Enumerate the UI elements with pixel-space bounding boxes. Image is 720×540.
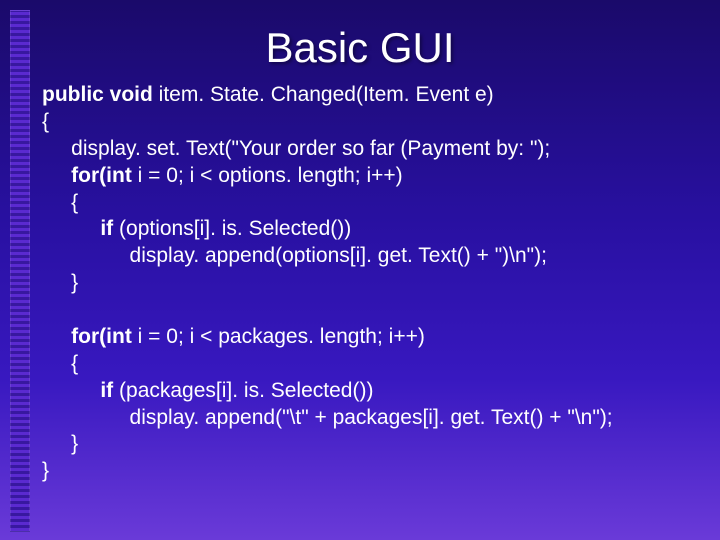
code-method-sig: item. State. Changed(Item. Event e) (153, 83, 494, 106)
kw-for-int-2: for(int (42, 325, 132, 348)
code-append1: display. append(options[i]. get. Text() … (42, 244, 547, 267)
kw-if-1: if (42, 217, 113, 240)
code-for2: i = 0; i < packages. length; i++) (132, 325, 425, 348)
kw-if-2: if (42, 379, 113, 402)
code-if1-cond: (options[i]. is. Selected()) (113, 217, 351, 240)
code-brace-close: } (42, 459, 49, 482)
accent-bar (10, 10, 30, 532)
kw-for-int-1: for(int (42, 164, 132, 187)
code-brace1-close: } (42, 271, 78, 294)
code-if2-cond: (packages[i]. is. Selected()) (113, 379, 373, 402)
kw-public-void: public void (42, 83, 153, 106)
code-brace2-open: { (42, 352, 78, 375)
code-brace-open: { (42, 110, 49, 133)
code-block: public void item. State. Changed(Item. E… (0, 82, 720, 485)
code-brace1-open: { (42, 191, 78, 214)
code-brace2-close: } (42, 432, 78, 455)
code-append2: display. append("\t" + packages[i]. get.… (42, 406, 613, 429)
code-line-settext: display. set. Text("Your order so far (P… (42, 137, 550, 160)
slide: Basic GUI public void item. State. Chang… (0, 0, 720, 540)
slide-title: Basic GUI (0, 0, 720, 82)
code-for1: i = 0; i < options. length; i++) (132, 164, 403, 187)
